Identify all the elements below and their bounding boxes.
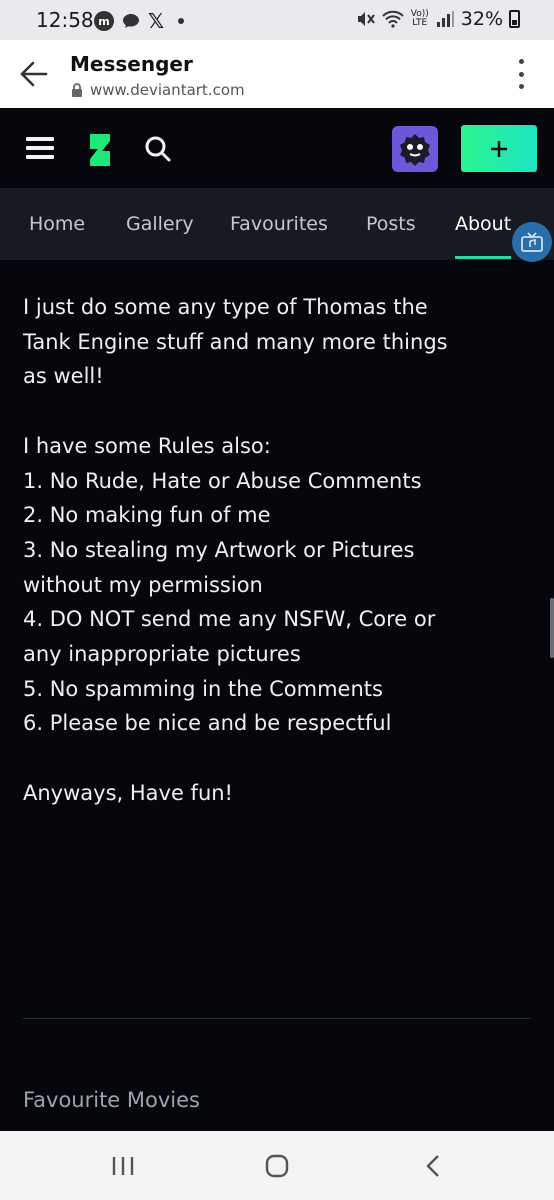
text-line: I just do some any type of Thomas the (23, 295, 428, 319)
back-arrow-icon[interactable] (16, 56, 52, 92)
volte-icon: Vo)) LTE (411, 10, 429, 28)
custom-tab-url-row: www.deviantart.com (70, 81, 245, 99)
battery-icon (509, 10, 520, 28)
custom-tab-url: www.deviantart.com (90, 81, 245, 99)
tab-posts[interactable]: Posts (366, 188, 416, 260)
recent-apps-button[interactable] (108, 1153, 138, 1179)
deviantart-logo-icon[interactable] (84, 132, 112, 168)
text-line: Tank Engine stuff and many more things (23, 329, 448, 354)
text-line: without my permission (23, 572, 263, 597)
mute-icon (357, 12, 375, 26)
about-outro: Anyways, Have fun! (23, 776, 493, 811)
signal-icon (436, 11, 454, 27)
battery-percent: 32% (460, 8, 503, 30)
home-icon (265, 1154, 289, 1178)
text-line: 4. DO NOT send me any NSFW, Core or (23, 607, 436, 632)
chat-icon (123, 14, 139, 28)
site-top-bar (0, 108, 554, 188)
wifi-icon (382, 10, 404, 28)
custom-tab-title: Messenger (70, 52, 193, 76)
lte-label: LTE (412, 18, 428, 28)
text-line: 6. Please be nice and be respectful (23, 711, 392, 736)
text-line: 1. No Rude, Hate or Abuse Comments (23, 468, 422, 493)
back-chevron-icon (426, 1155, 439, 1177)
recent-apps-icon (112, 1157, 134, 1175)
text-line: any inappropriate pictures (23, 642, 301, 667)
tab-about[interactable]: About (455, 188, 512, 260)
system-navigation-bar (0, 1131, 554, 1200)
lock-icon (72, 83, 82, 97)
system-status-icons: Vo)) LTE 32% (355, 8, 520, 30)
scrollbar-thumb[interactable] (550, 598, 554, 658)
status-time: 12:58 (36, 8, 94, 32)
floating-tv-icon[interactable] (512, 222, 552, 262)
about-text: I just do some any type of Thomas the Ta… (23, 290, 493, 845)
text-line: 3. No stealing my Artwork or Pictures (23, 537, 415, 562)
tab-gallery[interactable]: Gallery (126, 188, 194, 260)
section-divider (23, 1018, 531, 1019)
back-button[interactable] (418, 1153, 448, 1179)
menu-icon[interactable] (26, 137, 54, 159)
create-button[interactable] (461, 125, 537, 172)
dot-icon (178, 18, 185, 24)
more-options-icon[interactable] (516, 59, 526, 89)
text-line: Anyways, Have fun! (23, 780, 233, 805)
status-bar: 12:58 m 𝕏 Vo)) LTE 32% (0, 0, 554, 40)
messenger-icon: m (94, 11, 114, 31)
x-icon: 𝕏 (148, 9, 165, 33)
avatar-badge-icon (400, 134, 430, 166)
custom-tab-header: Messenger www.deviantart.com (0, 40, 554, 108)
favourite-movies-heading: Favourite Movies (23, 1088, 200, 1112)
text-line: 2. No making fun of me (23, 503, 271, 528)
text-line: as well! (23, 364, 104, 389)
tv-icon (521, 232, 543, 252)
avatar[interactable] (392, 126, 438, 172)
search-icon[interactable] (144, 135, 172, 163)
text-line: I have some Rules also: (23, 433, 271, 458)
tab-favourites[interactable]: Favourites (230, 188, 328, 260)
home-button[interactable] (262, 1153, 292, 1179)
about-intro: I just do some any type of Thomas the Ta… (23, 290, 493, 394)
profile-tabs: Home Gallery Favourites Posts About (0, 188, 554, 260)
plus-icon (491, 140, 507, 157)
about-rules: I have some Rules also: 1. No Rude, Hate… (23, 429, 493, 741)
tab-home[interactable]: Home (29, 188, 85, 260)
text-line: 5. No spamming in the Comments (23, 676, 383, 701)
notification-icons: m 𝕏 (94, 9, 185, 33)
